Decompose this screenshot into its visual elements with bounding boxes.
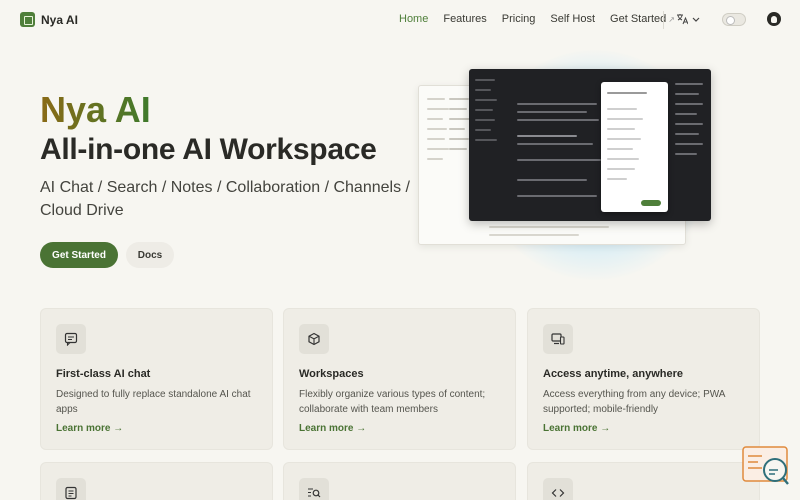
nav-link-pricing[interactable]: Pricing <box>502 13 536 25</box>
theme-toggle[interactable] <box>722 13 746 26</box>
app-screenshot-dialog <box>601 82 668 212</box>
translate-icon <box>676 13 689 28</box>
top-navbar: Nya AI Home Features Pricing Self Host G… <box>0 0 800 40</box>
arrow-right-icon: → <box>600 423 611 434</box>
feature-description: Flexibly organize various types of conte… <box>299 389 486 415</box>
docs-button[interactable]: Docs <box>126 242 174 268</box>
devices-icon <box>543 324 573 354</box>
feature-card-ai-chat: First-class AI chat Designed to fully re… <box>40 308 273 450</box>
learn-more-link[interactable]: Learn more → <box>56 423 123 434</box>
learn-more-label: Learn more <box>299 423 354 434</box>
app-screenshot-dark <box>469 69 711 221</box>
search-list-icon <box>299 478 329 500</box>
nav-links: Home Features Pricing Self Host Get Star… <box>399 13 675 25</box>
nav-link-features[interactable]: Features <box>443 13 486 25</box>
nav-link-get-started-label: Get Started <box>610 13 667 25</box>
nav-link-get-started[interactable]: Get Started ↗ <box>610 13 675 25</box>
document-icon <box>56 478 86 500</box>
chat-icon <box>56 324 86 354</box>
hero-description: AI Chat / Search / Notes / Collaboration… <box>40 179 410 219</box>
arrow-right-icon: → <box>113 423 124 434</box>
logo-icon <box>20 12 35 27</box>
brand[interactable]: Nya AI <box>20 12 78 27</box>
nav-divider <box>663 11 664 29</box>
arrow-right-icon: → <box>356 423 367 434</box>
language-switcher[interactable] <box>676 13 700 28</box>
chevron-down-icon <box>692 13 700 28</box>
code-icon <box>543 478 573 500</box>
feature-description: Designed to fully replace standalone AI … <box>56 389 251 415</box>
hero-subtitle: All-in-one AI Workspace <box>40 133 377 166</box>
cube-icon <box>299 324 329 354</box>
nav-link-self-host[interactable]: Self Host <box>550 13 595 25</box>
brand-name: Nya AI <box>41 12 78 27</box>
feature-card-notes <box>40 462 273 500</box>
feature-card-search <box>283 462 516 500</box>
feature-description: Access everything from any device; PWA s… <box>543 389 725 415</box>
learn-more-link[interactable]: Learn more → <box>543 423 610 434</box>
feature-title: Workspaces <box>299 368 364 380</box>
feature-card-code <box>527 462 760 500</box>
hero-title: Nya AI <box>40 89 151 130</box>
learn-more-label: Learn more <box>56 423 111 434</box>
learn-more-link[interactable]: Learn more → <box>299 423 366 434</box>
support-chat-icon[interactable] <box>742 446 790 488</box>
github-icon[interactable] <box>767 12 781 26</box>
external-link-icon: ↗ <box>668 15 675 24</box>
feature-title: Access anytime, anywhere <box>543 368 684 380</box>
feature-title: First-class AI chat <box>56 368 151 380</box>
feature-card-access: Access anytime, anywhere Access everythi… <box>527 308 760 450</box>
learn-more-label: Learn more <box>543 423 598 434</box>
feature-card-workspaces: Workspaces Flexibly organize various typ… <box>283 308 516 450</box>
get-started-button[interactable]: Get Started <box>40 242 118 268</box>
nav-link-home[interactable]: Home <box>399 13 428 25</box>
